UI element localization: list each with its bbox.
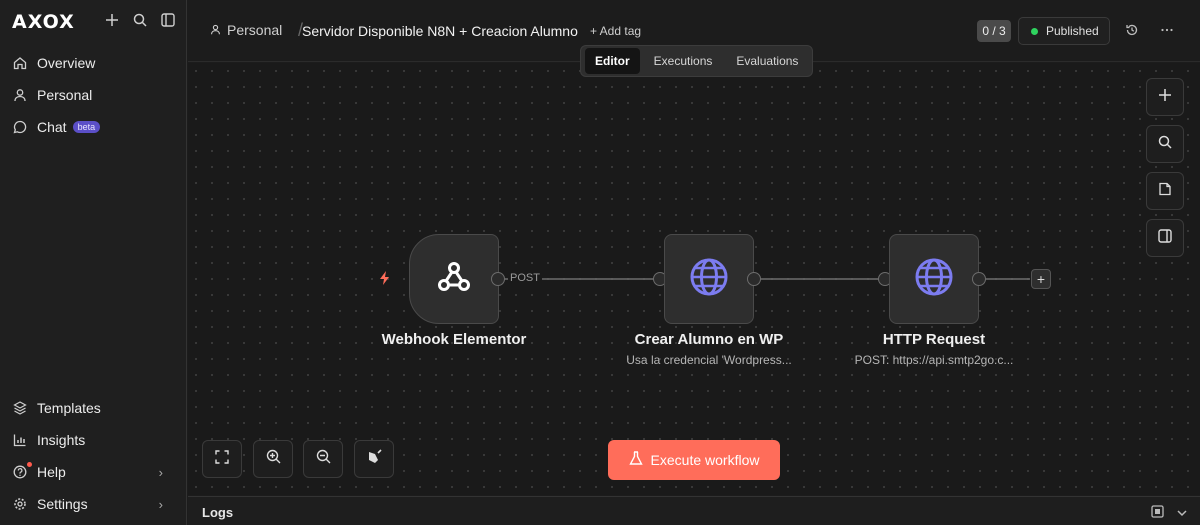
- sidebar-item-settings[interactable]: Settings ›: [12, 491, 175, 517]
- execute-workflow-button[interactable]: Execute workflow: [608, 440, 780, 480]
- user-icon: [210, 22, 221, 38]
- node-crear-alumno[interactable]: [664, 234, 754, 324]
- fit-view-button[interactable]: [202, 440, 242, 478]
- flask-icon: [628, 451, 643, 469]
- logo: AXOX: [12, 11, 75, 33]
- sidebar-item-templates[interactable]: Templates: [12, 395, 101, 421]
- sidebar-item-personal[interactable]: Personal: [12, 82, 92, 108]
- sidebar: AXOX Overview Personal Chat beta Templat…: [0, 0, 187, 525]
- node-title: Webhook Elementor: [381, 331, 527, 348]
- connection-label: POST: [508, 272, 542, 284]
- node-http-request[interactable]: [889, 234, 979, 324]
- node-subtitle: Usa la credencial 'Wordpress...: [626, 353, 792, 367]
- sidebar-item-label: Insights: [37, 432, 86, 448]
- output-port[interactable]: [747, 272, 761, 286]
- plus-icon[interactable]: [104, 12, 120, 28]
- workflow-canvas[interactable]: POST Webhook Elementor Crear Alumno en W…: [188, 63, 1200, 495]
- status-dot: [1031, 27, 1038, 35]
- execute-label: Execute workflow: [650, 452, 760, 468]
- sidebar-item-label: Personal: [37, 87, 93, 103]
- sidebar-item-overview[interactable]: Overview: [12, 50, 95, 76]
- add-tag-button[interactable]: + Add tag: [590, 24, 641, 38]
- logs-panel[interactable]: Logs: [188, 496, 1200, 525]
- chat-icon: [12, 119, 28, 135]
- sidebar-item-label: Settings: [37, 496, 88, 512]
- sidebar-top-icons: [104, 12, 176, 28]
- add-next-node-button[interactable]: +: [1031, 269, 1051, 289]
- sidebar-item-help[interactable]: Help ›: [12, 459, 175, 485]
- fit-view-icon: [215, 449, 229, 469]
- sidebar-item-label: Chat: [37, 119, 67, 135]
- tidy-up-button[interactable]: [354, 440, 394, 478]
- node-title: Crear Alumno en WP: [634, 331, 784, 348]
- node-webhook[interactable]: [409, 234, 499, 324]
- chevron-right-icon: ›: [158, 496, 163, 512]
- beta-badge: beta: [72, 121, 101, 133]
- status-label: Published: [1046, 24, 1099, 38]
- zoom-in-button[interactable]: [253, 440, 293, 478]
- chevron-right-icon: ›: [158, 464, 163, 480]
- zoom-out-button[interactable]: [303, 440, 343, 478]
- history-icon[interactable]: [1124, 22, 1140, 38]
- zoom-in-icon: [266, 449, 281, 469]
- sidebar-item-insights[interactable]: Insights: [12, 427, 85, 453]
- user-icon: [12, 87, 28, 103]
- app-window: AXOX Overview Personal Chat beta Templat…: [0, 0, 1200, 525]
- node-title: HTTP Request: [882, 331, 986, 348]
- webhook-icon: [434, 257, 474, 302]
- notification-dot: [27, 462, 32, 467]
- sidebar-item-label: Templates: [37, 400, 101, 416]
- active-counter[interactable]: 0 / 3: [977, 20, 1011, 42]
- templates-icon: [12, 400, 28, 416]
- node-subtitle: POST: https://api.smtp2go.c...: [854, 353, 1014, 367]
- tab-evaluations[interactable]: Evaluations: [726, 48, 808, 74]
- more-options-icon[interactable]: [1159, 22, 1175, 38]
- panel-toggle-icon[interactable]: [160, 12, 176, 28]
- search-icon[interactable]: [132, 12, 148, 28]
- output-port[interactable]: [491, 272, 505, 286]
- zoom-out-icon: [316, 449, 331, 469]
- trigger-bolt-icon: [378, 270, 392, 291]
- header: Personal / Servidor Disponible N8N + Cre…: [188, 0, 1200, 77]
- gear-icon: [12, 496, 28, 512]
- globe-icon: [914, 257, 954, 302]
- tab-editor[interactable]: Editor: [585, 48, 640, 74]
- view-tabs: Editor Executions Evaluations: [580, 45, 814, 77]
- chart-icon: [12, 432, 28, 448]
- workflow-name[interactable]: Servidor Disponible N8N + Creacion Alumn…: [302, 23, 578, 39]
- breadcrumb-project[interactable]: Personal: [210, 22, 282, 38]
- help-icon: [12, 462, 32, 480]
- sidebar-item-chat[interactable]: Chat beta: [12, 114, 101, 140]
- sidebar-item-label: Help: [37, 464, 66, 480]
- output-port[interactable]: [972, 272, 986, 286]
- home-icon: [12, 55, 28, 71]
- tab-executions[interactable]: Executions: [644, 48, 723, 74]
- globe-icon: [689, 257, 729, 302]
- broom-icon: [367, 449, 382, 469]
- project-name: Personal: [227, 22, 283, 38]
- publish-status-button[interactable]: Published: [1018, 17, 1110, 45]
- sidebar-item-label: Overview: [37, 55, 96, 71]
- logs-label: Logs: [202, 505, 234, 520]
- popout-icon[interactable]: [1151, 505, 1164, 523]
- chevron-down-icon[interactable]: [1176, 506, 1188, 524]
